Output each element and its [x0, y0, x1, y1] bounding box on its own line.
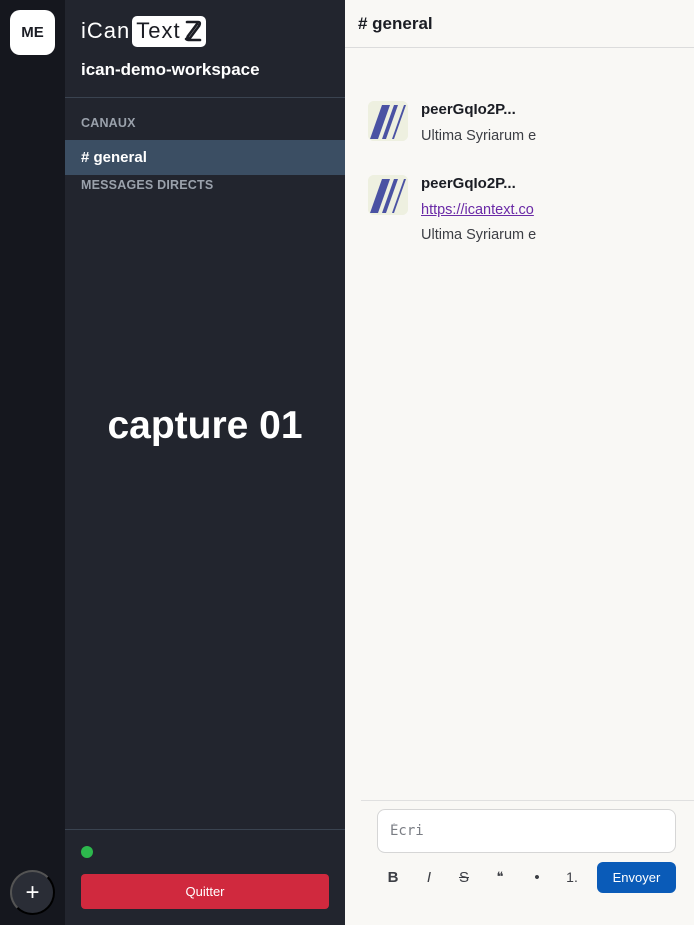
avatar-pattern-icon — [368, 175, 408, 215]
sidebar: iCan Text ican-demo-workspace CANAUX # g… — [65, 0, 345, 925]
logo-boxed: Text — [132, 15, 206, 47]
capture-overlay-text: capture 01 — [107, 404, 303, 447]
logo-link-icon — [184, 20, 201, 42]
workspace-name: ican-demo-workspace — [81, 60, 260, 79]
channel-item-general[interactable]: # general — [65, 140, 345, 175]
message-body: peerGqIo2P... Ultima Syriarum e — [421, 101, 546, 144]
add-workspace-button[interactable]: + — [10, 870, 55, 915]
send-button[interactable]: Envoyer — [597, 862, 676, 893]
workspace-avatar[interactable]: ME — [10, 10, 55, 55]
avatar-pattern-icon — [368, 101, 408, 141]
user-avatar[interactable] — [368, 175, 408, 215]
workspace-rail: ME + — [0, 0, 65, 925]
message-author[interactable]: peerGqIo2P... — [421, 175, 546, 195]
logo-boxed-text: Text — [136, 18, 181, 43]
numbered-list-button[interactable]: 1. — [558, 864, 586, 890]
bullet-list-button[interactable]: • — [523, 864, 551, 890]
channels-section-label: CANAUX — [81, 116, 136, 130]
composer-divider — [361, 800, 694, 801]
sidebar-footer-divider — [65, 829, 345, 830]
channel-title: # general — [345, 0, 694, 48]
main-panel: # general peerGqIo2P... Ultima Syriarum … — [345, 0, 694, 925]
message-input[interactable] — [377, 809, 676, 853]
message-text: Ultima Syriarum e — [421, 128, 537, 144]
message-text: Ultima Syriarum e — [421, 227, 537, 243]
user-avatar[interactable] — [368, 101, 408, 141]
strikethrough-button[interactable]: S — [450, 864, 478, 890]
quit-button[interactable]: Quitter — [81, 874, 329, 909]
logo-text: iCan — [81, 18, 131, 43]
message-body: peerGqIo2P... https://icantext.co Ultima… — [421, 175, 546, 243]
sidebar-divider — [65, 97, 345, 98]
message-link[interactable]: https://icantext.co — [421, 202, 546, 218]
app-logo: iCan Text — [81, 15, 206, 47]
bold-button[interactable]: B — [379, 864, 407, 890]
italic-button[interactable]: I — [415, 864, 443, 890]
direct-messages-section-label: MESSAGES DIRECTS — [81, 178, 214, 192]
quote-button[interactable]: ❝ — [486, 864, 514, 890]
online-status-dot — [81, 846, 93, 858]
message-author[interactable]: peerGqIo2P... — [421, 101, 546, 121]
